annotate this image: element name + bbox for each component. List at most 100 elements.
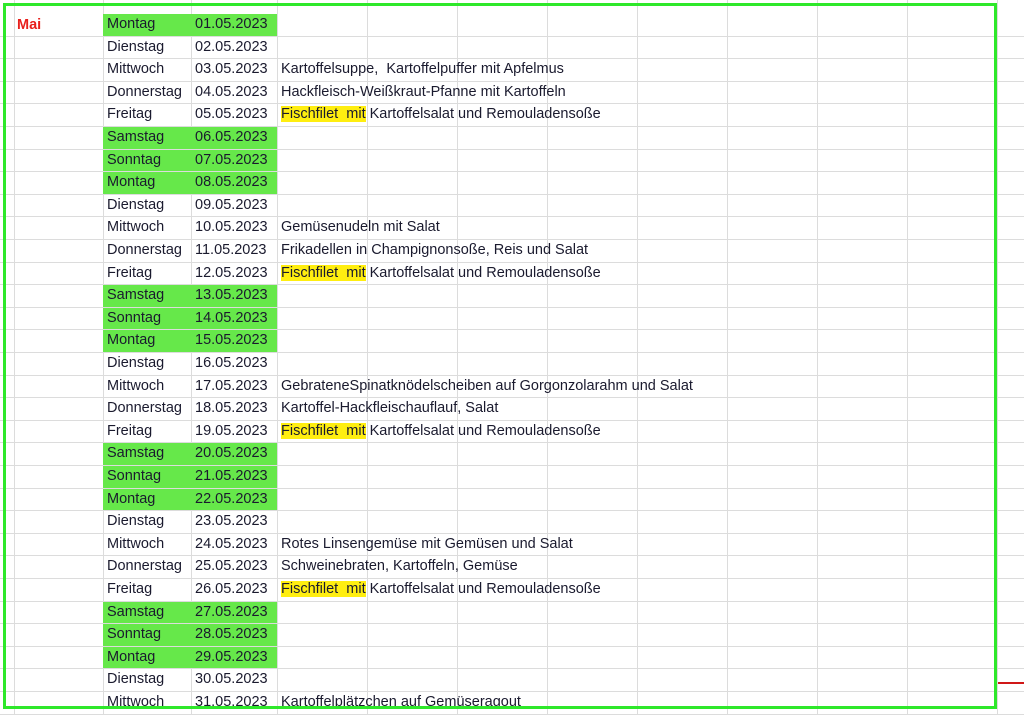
date-cell[interactable]: 01.05.2023 [191, 14, 277, 36]
meal-cell[interactable] [277, 669, 997, 691]
date-cell[interactable]: 27.05.2023 [191, 601, 277, 624]
meal-cell[interactable] [277, 353, 997, 375]
weekday-cell[interactable]: Sonntag [103, 149, 191, 172]
weekday-cell[interactable]: Sonntag [103, 466, 191, 488]
weekday-cell[interactable]: Samstag [103, 601, 191, 624]
weekday-cell[interactable]: Samstag [103, 127, 191, 149]
month-label[interactable]: Mai [17, 14, 41, 36]
weekday-cell[interactable]: Mittwoch [103, 217, 191, 239]
meal-cell[interactable]: Gemüsenudeln mit Salat [277, 217, 997, 239]
meal-cell[interactable]: Frikadellen in Champignonsoße, Reis und … [277, 240, 997, 262]
meal-cell[interactable]: Schweinebraten, Kartoffeln, Gemüse [277, 556, 997, 578]
date-cell[interactable]: 16.05.2023 [191, 353, 277, 375]
date-cell[interactable]: 21.05.2023 [191, 466, 277, 488]
table-row: Montag 08.05.2023 [0, 172, 1024, 195]
weekday-cell[interactable]: Freitag [103, 263, 191, 285]
weekday-cell[interactable]: Montag [103, 14, 191, 36]
meal-cell[interactable]: GebrateneSpinatknödelscheiben auf Gorgon… [277, 376, 997, 398]
meal-cell[interactable] [277, 602, 997, 624]
date-cell[interactable]: 13.05.2023 [191, 285, 277, 307]
date-cell[interactable]: 20.05.2023 [191, 443, 277, 465]
weekday-cell[interactable]: Dienstag [103, 37, 191, 59]
meal-cell[interactable]: Hackfleisch-Weißkraut-Pfanne mit Kartoff… [277, 82, 997, 104]
date-cell[interactable]: 10.05.2023 [191, 217, 277, 239]
meal-cell[interactable]: Kartoffelsuppe, Kartoffelpuffer mit Apfe… [277, 59, 997, 81]
weekday-cell[interactable]: Montag [103, 172, 191, 194]
meal-cell[interactable]: Fischfilet mit Kartoffelsalat und Remoul… [277, 421, 997, 443]
meal-cell[interactable]: Rotes Linsengemüse mit Gemüsen und Salat [277, 534, 997, 556]
date-cell[interactable]: 07.05.2023 [191, 149, 277, 172]
meal-cell[interactable]: Fischfilet mit Kartoffelsalat und Remoul… [277, 104, 997, 126]
meal-cell[interactable] [277, 150, 997, 172]
meal-cell[interactable] [277, 127, 997, 149]
meal-cell[interactable] [277, 172, 997, 194]
date-cell[interactable]: 11.05.2023 [191, 240, 277, 262]
date-cell[interactable]: 09.05.2023 [191, 195, 277, 217]
date-cell[interactable]: 17.05.2023 [191, 376, 277, 398]
date-cell[interactable]: 04.05.2023 [191, 82, 277, 104]
weekday-cell[interactable]: Mittwoch [103, 534, 191, 556]
date-cell[interactable]: 02.05.2023 [191, 37, 277, 59]
meal-text: Frikadellen in Champignonsoße, Reis und … [281, 242, 589, 258]
date-cell[interactable]: 08.05.2023 [191, 172, 277, 194]
meal-cell[interactable] [277, 14, 997, 36]
meal-cell[interactable] [277, 330, 997, 352]
date-cell[interactable]: 28.05.2023 [191, 624, 277, 646]
meal-cell[interactable] [277, 489, 997, 511]
weekday-cell[interactable]: Dienstag [103, 669, 191, 691]
meal-cell[interactable] [277, 308, 997, 330]
weekday-cell[interactable]: Mittwoch [103, 692, 191, 714]
date-cell[interactable]: 03.05.2023 [191, 59, 277, 81]
weekday-cell[interactable]: Montag [103, 646, 191, 669]
date-cell[interactable]: 25.05.2023 [191, 556, 277, 578]
date-cell[interactable]: 22.05.2023 [191, 488, 277, 511]
weekday-cell[interactable]: Donnerstag [103, 240, 191, 262]
date-cell[interactable]: 19.05.2023 [191, 421, 277, 443]
weekday-cell[interactable]: Freitag [103, 579, 191, 601]
weekday-cell[interactable]: Mittwoch [103, 376, 191, 398]
weekday-cell[interactable]: Donnerstag [103, 556, 191, 578]
weekday-cell[interactable]: Montag [103, 488, 191, 511]
weekday-cell[interactable]: Dienstag [103, 511, 191, 533]
table-row: Samstag 06.05.2023 [0, 127, 1024, 150]
weekday-cell[interactable]: Samstag [103, 285, 191, 307]
weekday-cell[interactable]: Samstag [103, 443, 191, 465]
meal-cell[interactable]: Kartoffel-Hackfleischauflauf, Salat [277, 398, 997, 420]
weekday-cell[interactable]: Dienstag [103, 353, 191, 375]
weekday-cell[interactable]: Donnerstag [103, 82, 191, 104]
table-row: Samstag 27.05.2023 [0, 601, 1024, 625]
meal-cell[interactable] [277, 443, 997, 465]
date-cell[interactable]: 23.05.2023 [191, 511, 277, 533]
date-cell[interactable]: 05.05.2023 [191, 104, 277, 126]
meal-cell[interactable]: Kartoffelplätzchen auf Gemüseragout [277, 692, 997, 714]
weekday-cell[interactable]: Mittwoch [103, 59, 191, 81]
meal-cell[interactable]: Fischfilet mit Kartoffelsalat und Remoul… [277, 579, 997, 601]
weekday-cell[interactable]: Donnerstag [103, 398, 191, 420]
date-cell[interactable]: 26.05.2023 [191, 579, 277, 601]
weekday-cell[interactable]: Dienstag [103, 195, 191, 217]
date-cell[interactable]: 31.05.2023 [191, 692, 277, 714]
date-cell[interactable]: 06.05.2023 [191, 127, 277, 149]
weekday-cell[interactable]: Freitag [103, 421, 191, 443]
meal-cell[interactable] [277, 624, 997, 646]
date-cell[interactable]: 12.05.2023 [191, 263, 277, 285]
meal-cell[interactable] [277, 511, 997, 533]
date-cell[interactable]: 24.05.2023 [191, 534, 277, 556]
weekday-cell[interactable]: Sonntag [103, 307, 191, 330]
date-cell[interactable]: 29.05.2023 [191, 646, 277, 669]
meal-cell[interactable] [277, 647, 997, 669]
table-row: Dienstag 23.05.2023 [0, 511, 1024, 534]
meal-cell[interactable] [277, 466, 997, 488]
spreadsheet-grid: Montag 01.05.2023 Dienstag 02.05.2023 Mittwo… [0, 0, 1024, 715]
date-cell[interactable]: 18.05.2023 [191, 398, 277, 420]
meal-cell[interactable] [277, 285, 997, 307]
date-cell[interactable]: 15.05.2023 [191, 330, 277, 352]
date-cell[interactable]: 30.05.2023 [191, 669, 277, 691]
meal-cell[interactable]: Fischfilet mit Kartoffelsalat und Remoul… [277, 263, 997, 285]
weekday-cell[interactable]: Montag [103, 330, 191, 352]
date-cell[interactable]: 14.05.2023 [191, 307, 277, 330]
meal-cell[interactable] [277, 37, 997, 59]
meal-cell[interactable] [277, 195, 997, 217]
weekday-cell[interactable]: Freitag [103, 104, 191, 126]
weekday-cell[interactable]: Sonntag [103, 624, 191, 646]
